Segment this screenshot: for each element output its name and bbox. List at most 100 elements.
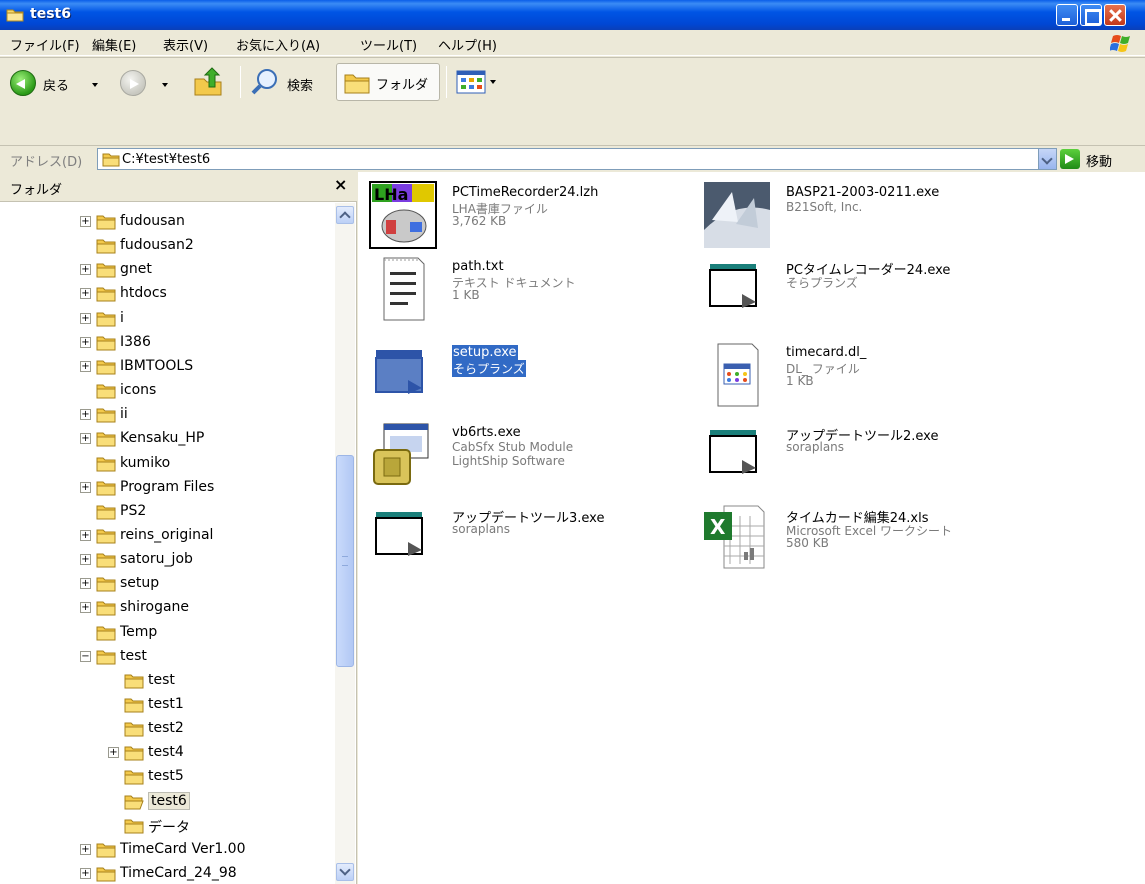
tree-item[interactable]: test	[0, 670, 330, 694]
tree-expander[interactable]: +	[80, 529, 91, 541]
folder-icon	[124, 746, 144, 761]
menu-bar: ファイル(F) 編集(E) 表示(V) お気に入り(A) ツール(T) ヘルプ(…	[0, 30, 1145, 56]
tree-item[interactable]: + shirogane	[0, 597, 330, 621]
tree-item[interactable]: test6	[0, 791, 330, 815]
file-item[interactable]: アップデートツール2.exe soraplans	[702, 420, 1032, 496]
folder-icon	[96, 626, 116, 641]
tree-item[interactable]: + gnet	[0, 259, 330, 283]
folders-toggle-button[interactable]: フォルダ	[336, 63, 440, 101]
tree-expander[interactable]: +	[80, 360, 91, 372]
views-dropdown-icon[interactable]	[490, 80, 496, 84]
tree-item[interactable]: + IBMTOOLS	[0, 356, 330, 380]
tree-item-label: test	[120, 647, 147, 664]
tree-item-label: test5	[148, 768, 184, 785]
up-folder-button[interactable]	[192, 67, 232, 99]
menu-favorites[interactable]: お気に入り(A)	[236, 35, 320, 54]
tree-expander[interactable]: +	[80, 312, 91, 324]
tree-item[interactable]: + reins_original	[0, 525, 330, 549]
svg-text:X: X	[710, 515, 726, 539]
tree-expander[interactable]: +	[80, 578, 91, 590]
folders-scrollbar[interactable]	[335, 203, 355, 884]
tree-item[interactable]: + TimeCard_24_98	[0, 863, 330, 884]
minimize-button[interactable]	[1056, 4, 1078, 26]
tree-expander[interactable]: +	[80, 288, 91, 300]
go-button[interactable]: 移動	[1060, 148, 1145, 170]
tree-item[interactable]: + satoru_job	[0, 549, 330, 573]
tree-expander[interactable]: +	[80, 409, 91, 421]
menu-view[interactable]: 表示(V)	[163, 35, 208, 54]
tree-expander[interactable]: +	[108, 747, 119, 759]
tree-item[interactable]: Temp	[0, 622, 330, 646]
views-button[interactable]	[456, 67, 500, 99]
back-label: 戻る	[43, 79, 70, 94]
tree-expander[interactable]: −	[80, 650, 91, 662]
menu-file[interactable]: ファイル(F)	[10, 35, 80, 54]
tree-item[interactable]: icons	[0, 380, 330, 404]
folder-icon	[344, 74, 370, 94]
tree-item[interactable]: fudousan2	[0, 235, 330, 259]
file-item[interactable]: アップデートツール3.exe soraplans	[368, 502, 698, 578]
tree-expander[interactable]: +	[80, 433, 91, 445]
scroll-down-button[interactable]	[336, 863, 354, 881]
tree-item[interactable]: + i	[0, 308, 330, 332]
address-input[interactable]: C:¥test¥test6	[97, 148, 1057, 170]
menu-tools[interactable]: ツール(T)	[360, 35, 417, 54]
lha-archive-icon: LHa	[369, 181, 437, 249]
tree-expander[interactable]: +	[80, 868, 91, 880]
close-pane-icon[interactable]: ×	[334, 175, 347, 194]
tree-expander[interactable]: +	[80, 216, 91, 227]
tree-item[interactable]: データ	[0, 815, 330, 839]
tree-item[interactable]: kumiko	[0, 453, 330, 477]
address-dropdown-icon[interactable]	[1038, 149, 1056, 169]
search-label: 検索	[287, 79, 314, 94]
tree-item[interactable]: + I386	[0, 332, 330, 356]
tree-expander[interactable]: +	[80, 843, 91, 855]
menu-edit[interactable]: 編集(E)	[92, 35, 136, 54]
tree-item[interactable]: + TimeCard Ver1.00	[0, 839, 330, 863]
title-bar[interactable]: test6	[0, 0, 1145, 30]
scroll-up-button[interactable]	[336, 206, 354, 224]
file-item[interactable]: path.txt テキスト ドキュメント 1 KB	[368, 254, 698, 330]
back-button[interactable]: 戻る	[10, 67, 120, 99]
tree-expander[interactable]: +	[80, 264, 91, 276]
tree-expander[interactable]: +	[80, 481, 91, 493]
tree-item[interactable]: + htdocs	[0, 283, 330, 307]
tree-item[interactable]: test5	[0, 766, 330, 790]
file-item[interactable]: X タイムカード編集24.xls Microsoft Excel ワークシート 580…	[702, 502, 1032, 578]
tree-item[interactable]: test2	[0, 718, 330, 742]
window-title: test6	[30, 6, 71, 22]
tree-item[interactable]: + Kensaku_HP	[0, 428, 330, 452]
folder-icon	[124, 674, 144, 689]
tree-item[interactable]: test1	[0, 694, 330, 718]
forward-dropdown-icon[interactable]	[162, 83, 168, 87]
file-item[interactable]: PCタイムレコーダー24.exe そらプランズ	[702, 254, 1032, 330]
tree-expander[interactable]: +	[80, 602, 91, 614]
maximize-button[interactable]	[1080, 4, 1102, 26]
scroll-thumb[interactable]	[336, 455, 354, 667]
tree-item[interactable]: + Program Files	[0, 477, 330, 501]
standard-toolbar: 戻る 検索 フォルダ	[0, 57, 1145, 145]
back-dropdown-icon[interactable]	[92, 83, 98, 87]
tree-item[interactable]: + ii	[0, 404, 330, 428]
forward-button[interactable]	[120, 67, 190, 99]
tree-item[interactable]: PS2	[0, 501, 330, 525]
file-item[interactable]: vb6rts.exe CabSfx Stub Module LightShip So…	[368, 420, 698, 496]
tree-item[interactable]: − test	[0, 646, 330, 670]
menu-help[interactable]: ヘルプ(H)	[438, 35, 497, 54]
tree-expander[interactable]: +	[80, 554, 91, 566]
search-button[interactable]: 検索	[250, 67, 330, 99]
file-item[interactable]: BASP21-2003-0211.exe B21Soft, Inc.	[702, 180, 1032, 256]
close-button[interactable]	[1104, 4, 1126, 26]
folder-icon	[96, 215, 116, 230]
file-item[interactable]: timecard.dl_ DL_ ファイル 1 KB	[702, 340, 1032, 416]
tree-item-label: PS2	[120, 502, 147, 519]
file-size: 580 KB	[786, 536, 829, 550]
tree-item[interactable]: + fudousan	[0, 211, 330, 235]
file-item[interactable]: setup.exe そらプランズ	[368, 340, 698, 416]
folders-pane: フォルダ × + fudousan fudousan2 + gnet + htdocs + i +…	[0, 172, 357, 884]
tree-expander[interactable]: +	[80, 336, 91, 348]
folders-label: フォルダ	[376, 78, 429, 93]
tree-item[interactable]: + test4	[0, 742, 330, 766]
file-item[interactable]: LHa PCTimeRecorder24.lzh LHA書庫ファイル 3,762 KB	[368, 180, 698, 256]
tree-item[interactable]: + setup	[0, 573, 330, 597]
